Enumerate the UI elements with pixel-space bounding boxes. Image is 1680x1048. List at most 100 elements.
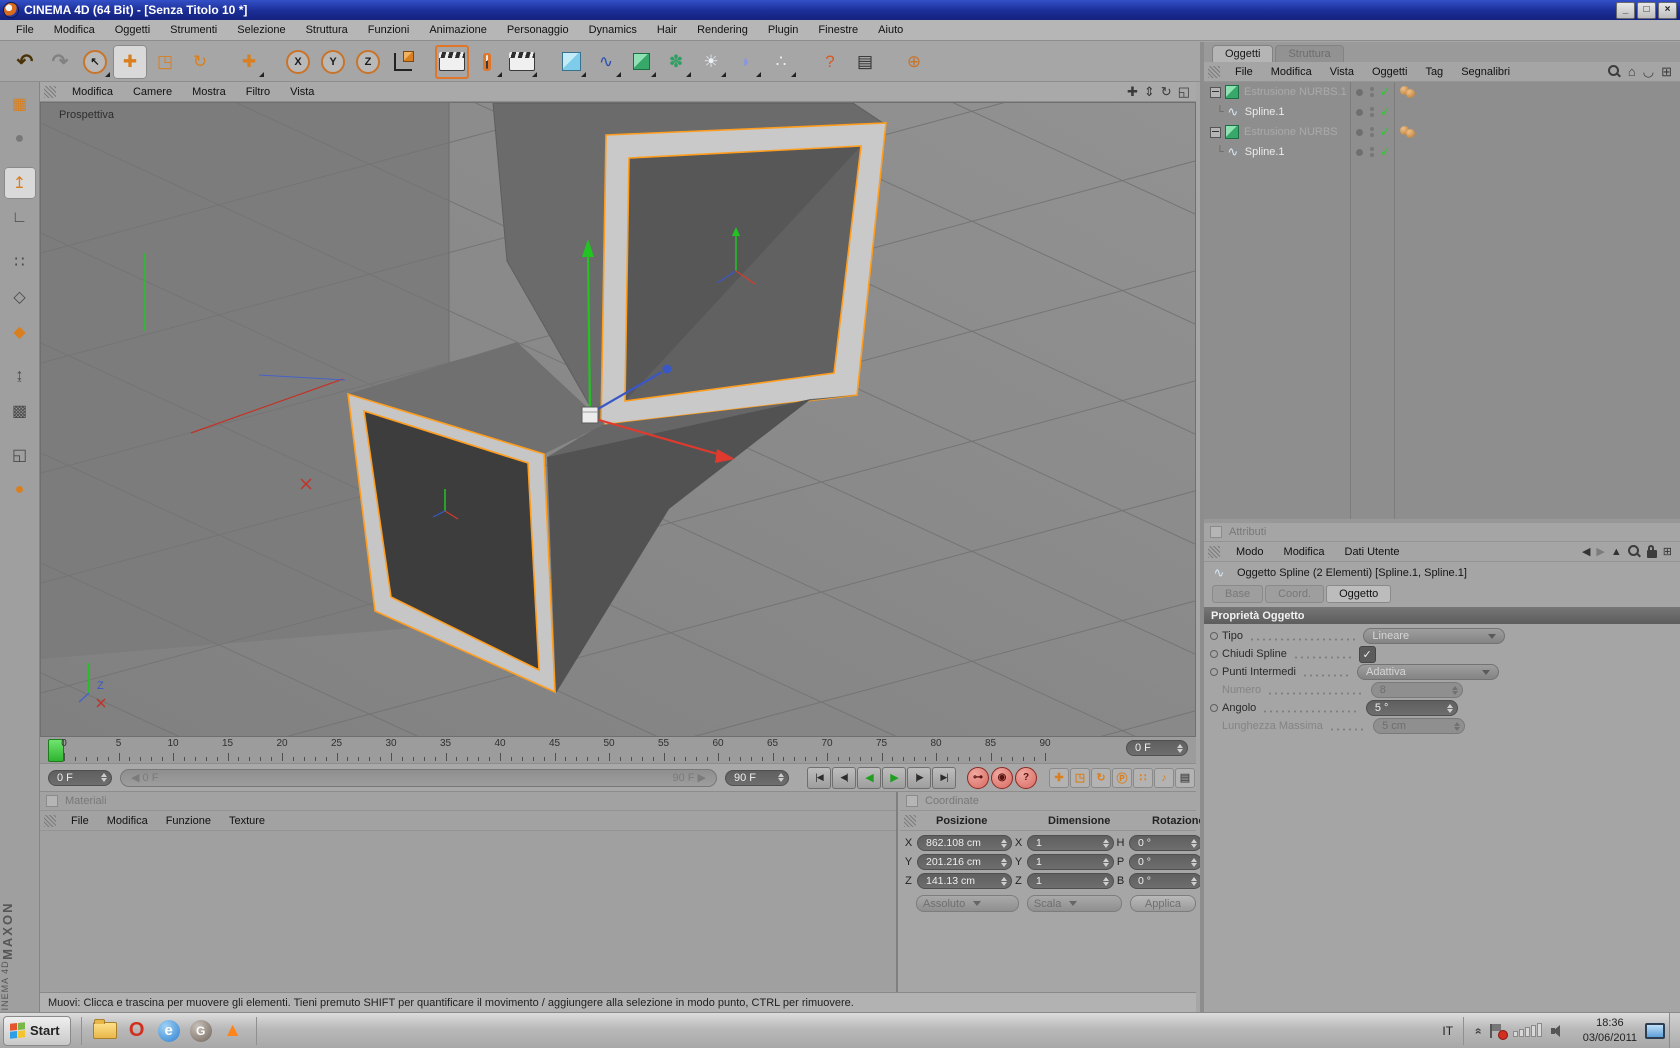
language-indicator[interactable]: IT <box>1432 1024 1463 1038</box>
points-mode-icon[interactable]: ∷ <box>4 246 36 278</box>
object-manager-menu-vista[interactable]: Vista <box>1321 64 1363 80</box>
render-view-icon[interactable] <box>435 45 469 79</box>
tab-oggetti[interactable]: Oggetti <box>1212 45 1274 62</box>
position-mode-dropdown[interactable]: Assoluto <box>916 895 1019 912</box>
panel-grip[interactable] <box>1208 65 1220 78</box>
parent-object-icon[interactable]: ▲ <box>1611 546 1622 558</box>
enabled-check-icon[interactable]: ✓ <box>1380 145 1390 159</box>
attr-tab-oggetto[interactable]: Oggetto <box>1326 585 1392 603</box>
object-manager-menu-file[interactable]: File <box>1226 64 1262 80</box>
home-icon[interactable]: ⌂ <box>1628 64 1636 79</box>
viewport-menu-filtro[interactable]: Filtro <box>236 83 280 101</box>
add-nurbs-icon[interactable] <box>624 45 658 79</box>
add-spline-icon[interactable]: ∿ <box>589 45 623 79</box>
coordinate-field-size-x[interactable]: 1 <box>1027 835 1114 851</box>
model-mode-icon[interactable]: ● <box>4 123 36 155</box>
editor-render-toggles[interactable] <box>1370 107 1374 117</box>
menu-struttura[interactable]: Struttura <box>296 21 358 39</box>
goto-end-button[interactable]: ▶| <box>932 766 956 789</box>
browser-icon[interactable]: e <box>156 1018 182 1044</box>
angolo-field[interactable]: 5 ° <box>1365 700 1458 716</box>
keyframe-options-button[interactable]: ? <box>1015 766 1037 789</box>
online-updater-icon[interactable]: ⊕ <box>897 45 931 79</box>
tray-expand-icon[interactable]: » <box>1470 1027 1484 1034</box>
editor-render-toggles[interactable] <box>1370 147 1374 157</box>
render-settings-icon[interactable] <box>505 45 539 79</box>
current-frame-field[interactable]: 0 F <box>48 769 112 786</box>
add-modeling-icon[interactable]: ✽ <box>659 45 693 79</box>
last-used-tool-icon[interactable]: ✚ <box>232 45 266 79</box>
size-mode-dropdown[interactable]: Scala <box>1026 895 1122 912</box>
next-key-button[interactable]: |▶ <box>907 766 931 789</box>
menu-plugin[interactable]: Plugin <box>758 21 809 39</box>
filter-icon[interactable]: ◡ <box>1643 64 1654 80</box>
move-tool-icon[interactable]: ✚ <box>113 44 147 79</box>
sound-toggle[interactable]: ♪ <box>1154 767 1174 788</box>
punti-intermedi-dropdown[interactable]: Adattiva <box>1356 664 1499 680</box>
gimp-icon[interactable]: G <box>188 1018 214 1044</box>
search-icon[interactable] <box>1627 545 1641 558</box>
tree-row-spline-1[interactable]: └ ∿ Spline.1 ✓ <box>1204 102 1680 122</box>
expander-icon[interactable] <box>1210 126 1221 138</box>
workplane-mode-icon[interactable]: ∟ <box>4 202 36 234</box>
menu-oggetti[interactable]: Oggetti <box>105 21 160 39</box>
content-browser-icon[interactable]: ▤ <box>848 45 882 79</box>
tipo-dropdown[interactable]: Lineare <box>1363 628 1506 644</box>
object-manager-menu-modifica[interactable]: Modifica <box>1262 64 1321 80</box>
undo-icon[interactable]: ↶ <box>8 45 42 79</box>
tab-struttura[interactable]: Struttura <box>1275 45 1344 62</box>
phong-tag-icon[interactable] <box>1400 86 1418 98</box>
display-tray-icon[interactable] <box>1645 1022 1665 1039</box>
kinematics-mode-icon[interactable]: ● <box>4 474 36 506</box>
menu-hair[interactable]: Hair <box>647 21 687 39</box>
enabled-check-icon[interactable]: ✓ <box>1380 125 1390 139</box>
opera-icon[interactable]: O <box>124 1018 150 1044</box>
goto-start-button[interactable]: |◀ <box>807 766 831 789</box>
texture-mode-icon[interactable]: ↥ <box>3 167 36 199</box>
viewport-menu-mostra[interactable]: Mostra <box>182 83 236 101</box>
record-scale-toggle[interactable]: ◳ <box>1070 767 1090 788</box>
animatable-dot[interactable] <box>1210 650 1218 658</box>
viewport-menu-vista[interactable]: Vista <box>280 83 324 101</box>
polygons-mode-icon[interactable]: ◆ <box>4 316 36 348</box>
menu-modifica[interactable]: Modifica <box>44 21 105 39</box>
coordinate-field-size-z[interactable]: 1 <box>1027 873 1114 889</box>
rotate-tool-icon[interactable]: ↻ <box>183 45 217 79</box>
tree-row-spline-1[interactable]: └ ∿ Spline.1 ✓ <box>1204 142 1680 162</box>
zoom-view-icon[interactable]: ⇕ <box>1144 84 1155 100</box>
menu-selezione[interactable]: Selezione <box>227 21 295 39</box>
tray-clock[interactable]: 18:36 03/06/2011 <box>1575 1016 1645 1046</box>
apply-button[interactable]: Applica <box>1129 895 1196 912</box>
panel-pin-checkbox[interactable] <box>1210 526 1222 538</box>
make-editable-icon[interactable]: ▦ <box>4 88 36 120</box>
materials-menu-funzione[interactable]: Funzione <box>157 813 220 829</box>
live-selection-icon[interactable]: ↖ <box>78 45 112 79</box>
rotate-view-icon[interactable]: ↻ <box>1161 84 1172 100</box>
visibility-dot[interactable] <box>1356 88 1363 96</box>
animatable-dot[interactable] <box>1210 704 1218 712</box>
pan-view-icon[interactable]: ✚ <box>1127 84 1138 100</box>
panel-grip[interactable] <box>44 85 56 98</box>
attributes-menu-dati-utente[interactable]: Dati Utente <box>1335 543 1410 561</box>
help-icon[interactable]: ? <box>813 45 847 79</box>
object-axis-mode-icon[interactable]: ↨ <box>4 360 36 392</box>
menu-file[interactable]: File <box>6 21 44 39</box>
phong-tag-icon[interactable] <box>1400 126 1418 138</box>
viewport-menu-modifica[interactable]: Modifica <box>62 83 123 101</box>
panel-pin-checkbox[interactable] <box>906 795 918 807</box>
timeline-range-slider[interactable]: ◀ 0 F 90 F ▶ <box>120 768 717 787</box>
viewport-menu-camere[interactable]: Camere <box>123 83 182 101</box>
folder-icon[interactable] <box>92 1018 118 1044</box>
scale-tool-icon[interactable]: ◳ <box>148 45 182 79</box>
record-pla-toggle[interactable]: ∷ <box>1133 767 1153 788</box>
add-light-icon[interactable]: ☀ <box>694 45 728 79</box>
maximize-button[interactable]: □ <box>1637 1 1656 19</box>
timeline-ruler[interactable]: 0 F 0 5 10 15 20 25 30 35 40 45 50 55 60 65 70 75 80 85 90 <box>40 737 1196 764</box>
menu-strumenti[interactable]: Strumenti <box>160 21 227 39</box>
attributes-menu-modo[interactable]: Modo <box>1226 543 1274 561</box>
visibility-dot[interactable] <box>1356 128 1363 136</box>
object-manager-menu-segnalibri[interactable]: Segnalibri <box>1452 64 1519 80</box>
object-tree[interactable]: Estrusione NURBS.1 ✓ └ ∿ Spline.1 ✓ Estrusione… <box>1204 82 1680 523</box>
minimize-panel-toggle[interactable]: ▤ <box>1175 767 1195 788</box>
menu-rendering[interactable]: Rendering <box>687 21 758 39</box>
